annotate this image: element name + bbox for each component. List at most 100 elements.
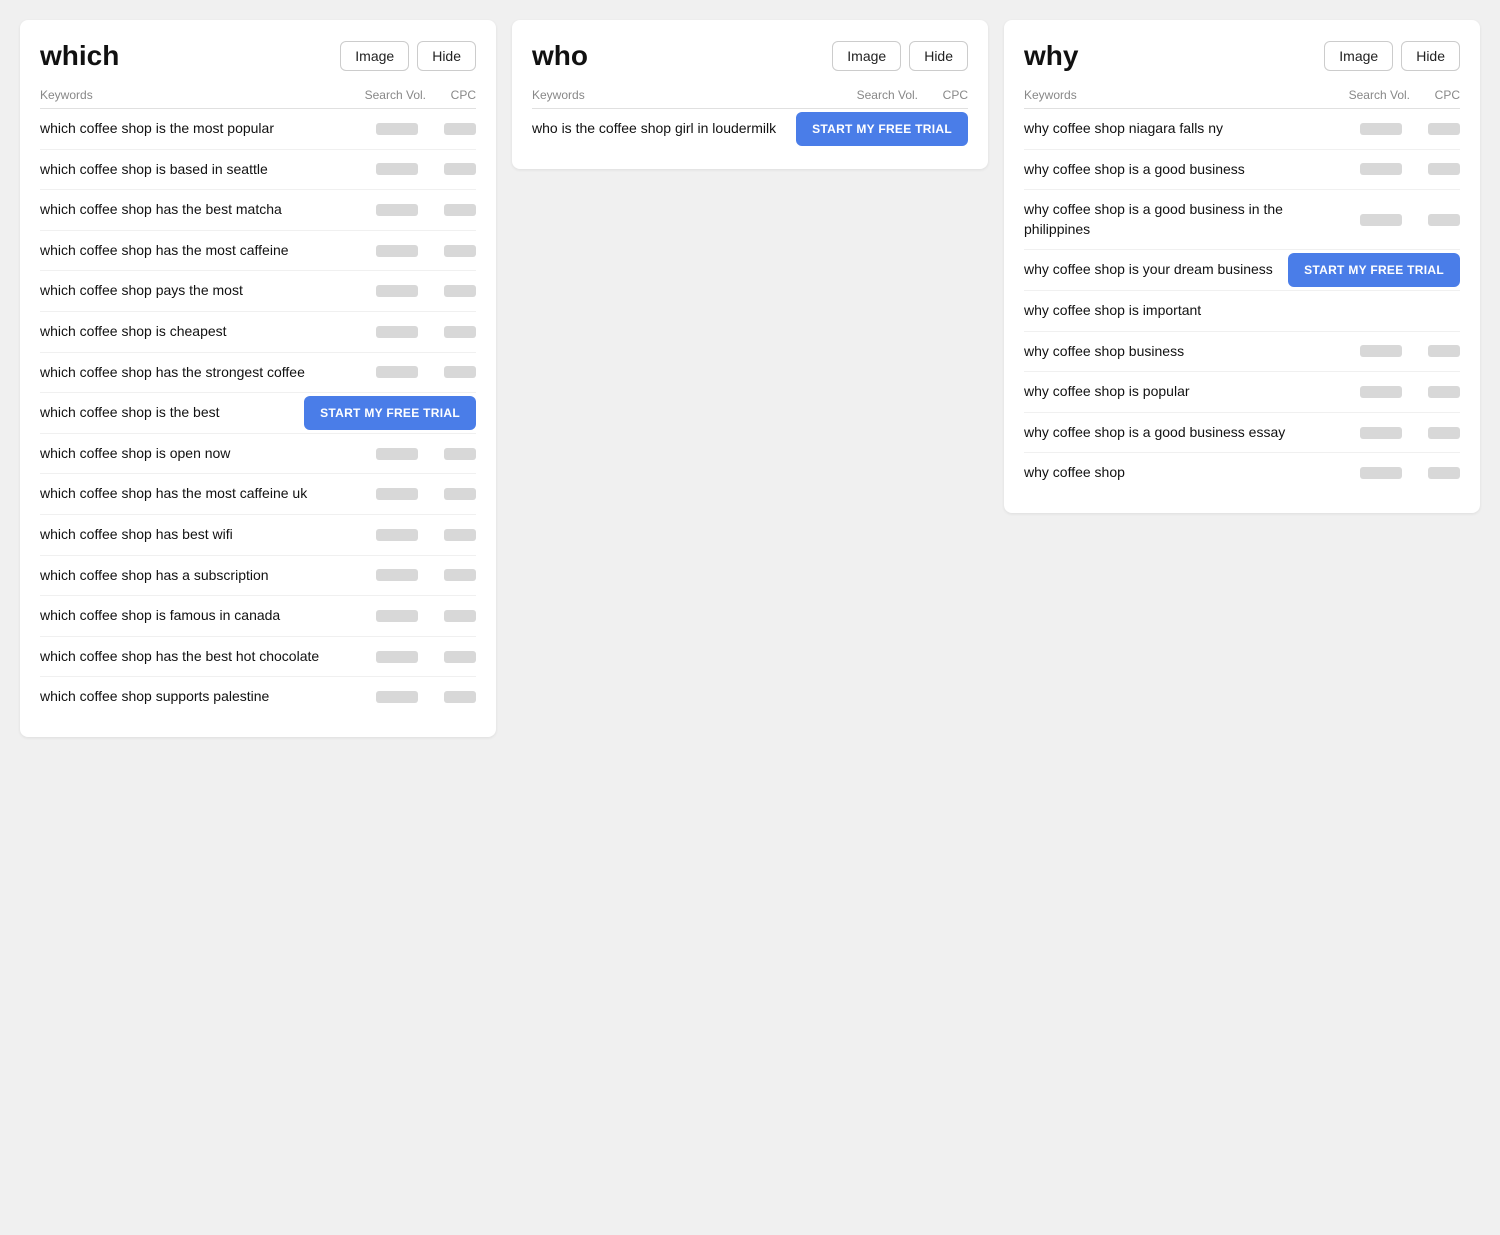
table-row: why coffee shop is a good business in th… [1024,190,1460,250]
keyword-text: why coffee shop is a good business in th… [1024,200,1340,239]
vol-bar [1360,163,1402,175]
table-row: which coffee shop has the strongest coff… [40,353,476,394]
col-header-keyword: Keywords [1024,88,1340,102]
cpc-placeholder-cell [1410,345,1460,357]
vol-bar [1360,386,1402,398]
cpc-bar [1428,214,1460,226]
col-header-keyword: Keywords [40,88,356,102]
cta-button-who[interactable]: START MY FREE TRIAL [796,112,968,146]
vol-bar [376,448,418,460]
cpc-bar [444,610,476,622]
table-header-which: KeywordsSearch Vol.CPC [40,88,476,109]
vol-placeholder-cell [356,366,426,378]
vol-placeholder-cell [356,448,426,460]
vol-bar [1360,123,1402,135]
keyword-text: why coffee shop is important [1024,301,1460,321]
table-header-who: KeywordsSearch Vol.CPC [532,88,968,109]
image-button-which[interactable]: Image [340,41,409,71]
card-header-who: whoImageHide [532,40,968,72]
vol-placeholder-cell [1340,427,1410,439]
cpc-placeholder-cell [426,610,476,622]
col-header-vol: Search Vol. [848,88,918,102]
keyword-text: which coffee shop is cheapest [40,322,356,342]
header-buttons-why: Image Hide [1324,41,1460,71]
cpc-bar [1428,467,1460,479]
vol-placeholder-cell [356,610,426,622]
cpc-placeholder-cell [1410,427,1460,439]
cpc-bar [444,488,476,500]
table-row: why coffee shop is important [1024,291,1460,332]
table-row: which coffee shop has a subscription [40,556,476,597]
header-buttons-who: Image Hide [832,41,968,71]
table-row: who is the coffee shop girl in loudermil… [532,109,968,149]
table-row: which coffee shop has best wifi [40,515,476,556]
keyword-text: which coffee shop is based in seattle [40,160,356,180]
vol-bar [376,529,418,541]
cpc-bar [444,245,476,257]
cpc-placeholder-cell [426,651,476,663]
keyword-text: which coffee shop has a subscription [40,566,356,586]
table-row: which coffee shop is the bestSTART MY FR… [40,393,476,434]
vol-bar [1360,467,1402,479]
vol-bar [376,691,418,703]
columns-container: whichImageHideKeywordsSearch Vol.CPCwhic… [20,20,1480,737]
keyword-text: which coffee shop pays the most [40,281,356,301]
cpc-bar [1428,386,1460,398]
table-row: why coffee shop niagara falls ny [1024,109,1460,150]
keyword-text: why coffee shop niagara falls ny [1024,119,1340,139]
cpc-bar [444,448,476,460]
keyword-text: which coffee shop has the most caffeine … [40,484,356,504]
cta-button-which[interactable]: START MY FREE TRIAL [304,396,476,430]
keyword-text: which coffee shop supports palestine [40,687,356,707]
vol-bar [376,245,418,257]
vol-placeholder-cell [356,691,426,703]
vol-placeholder-cell [356,245,426,257]
hide-button-which[interactable]: Hide [417,41,476,71]
vol-bar [1360,345,1402,357]
col-header-cpc: CPC [426,88,476,102]
vol-bar [376,285,418,297]
card-which: which Image Hide KeywordsSearch Vol.CPC whic… [20,20,496,737]
table-row: which coffee shop has the best matcha [40,190,476,231]
image-button-why[interactable]: Image [1324,41,1393,71]
hide-button-who[interactable]: Hide [909,41,968,71]
cpc-placeholder-cell [1410,386,1460,398]
cpc-placeholder-cell [426,691,476,703]
vol-placeholder-cell [356,529,426,541]
vol-placeholder-cell [1340,345,1410,357]
vol-placeholder-cell [356,651,426,663]
cpc-placeholder-cell [1410,467,1460,479]
cpc-bar [444,326,476,338]
keyword-text: why coffee shop is a good business essay [1024,423,1340,443]
vol-bar [376,569,418,581]
image-button-who[interactable]: Image [832,41,901,71]
cta-button-why[interactable]: START MY FREE TRIAL [1288,253,1460,287]
cpc-bar [1428,123,1460,135]
vol-placeholder-cell [356,488,426,500]
card-who: whoImageHideKeywordsSearch Vol.CPCwho is… [512,20,988,169]
col-header-vol: Search Vol. [356,88,426,102]
hide-button-why[interactable]: Hide [1401,41,1460,71]
keyword-text: why coffee shop business [1024,342,1340,362]
card-title-which: which [40,40,119,72]
table-row: which coffee shop supports palestine [40,677,476,717]
vol-bar [376,488,418,500]
vol-placeholder-cell [356,163,426,175]
table-row: which coffee shop has the most caffeine … [40,474,476,515]
vol-placeholder-cell [1340,467,1410,479]
vol-bar [376,204,418,216]
table-row: which coffee shop has the most caffeine [40,231,476,272]
table-row: which coffee shop is open now [40,434,476,475]
cpc-bar [444,163,476,175]
keyword-text: why coffee shop is popular [1024,382,1340,402]
table-row: which coffee shop is based in seattle [40,150,476,191]
cpc-bar [444,123,476,135]
cpc-bar [444,651,476,663]
col-header-vol: Search Vol. [1340,88,1410,102]
table-header-why: KeywordsSearch Vol.CPC [1024,88,1460,109]
vol-placeholder-cell [356,123,426,135]
vol-bar [376,610,418,622]
vol-placeholder-cell [356,326,426,338]
cpc-placeholder-cell [1410,163,1460,175]
col-header-keyword: Keywords [532,88,848,102]
